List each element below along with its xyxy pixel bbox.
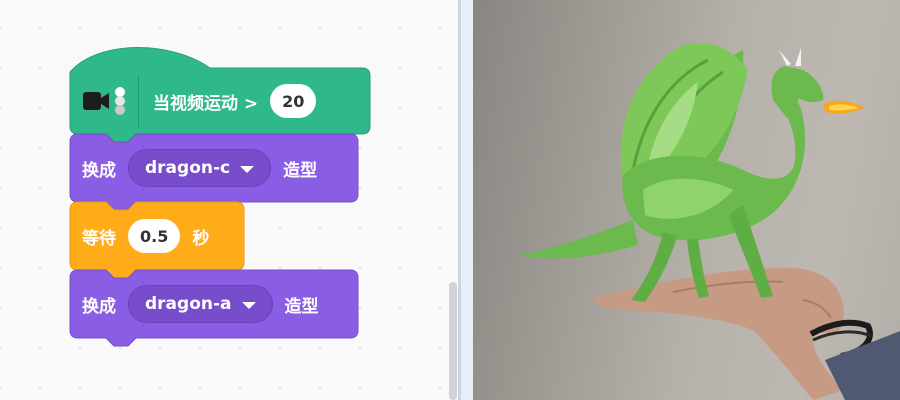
motion-threshold-input[interactable]: 20 (270, 84, 317, 118)
switch-costume-2-suffix: 造型 (284, 296, 319, 317)
stage[interactable] (473, 0, 900, 400)
video-feed-hand (592, 267, 900, 400)
switch-costume-block-1[interactable]: 换成 dragon-c 造型 (69, 133, 359, 211)
wait-duration-input[interactable]: 0.5 (128, 219, 181, 253)
costume-dropdown-1-value: dragon-c (145, 158, 231, 178)
workspace-vertical-scrollbar[interactable] (449, 282, 457, 400)
code-workspace[interactable]: 当视频运动 > 20 换成 dragon-c 造型 等待 0.5 秒 换成 dr… (0, 0, 458, 400)
video-camera-icon (83, 87, 125, 115)
wait-block[interactable]: 等待 0.5 秒 (69, 201, 245, 279)
costume-dropdown-1[interactable]: dragon-c (128, 149, 272, 187)
video-sensing-extension-icon (82, 75, 139, 127)
wait-suffix: 秒 (192, 228, 210, 249)
stage-canvas (518, 42, 900, 400)
switch-costume-1-suffix: 造型 (283, 160, 318, 181)
dragon-sprite[interactable] (518, 42, 865, 302)
switch-costume-2-prefix: 换成 (82, 296, 116, 317)
chevron-down-icon (241, 301, 256, 309)
switch-costume-block-2[interactable]: 换成 dragon-a 造型 (69, 269, 359, 347)
costume-dropdown-2[interactable]: dragon-a (128, 285, 273, 323)
when-video-motion-hat-block[interactable]: 当视频运动 > 20 (69, 46, 371, 143)
wait-prefix: 等待 (82, 228, 116, 249)
costume-dropdown-2-value: dragon-a (145, 294, 232, 314)
hat-block-label: 当视频运动 > (153, 93, 259, 114)
chevron-down-icon (240, 165, 255, 173)
stage-gutter (461, 0, 473, 400)
switch-costume-1-prefix: 换成 (82, 160, 116, 181)
